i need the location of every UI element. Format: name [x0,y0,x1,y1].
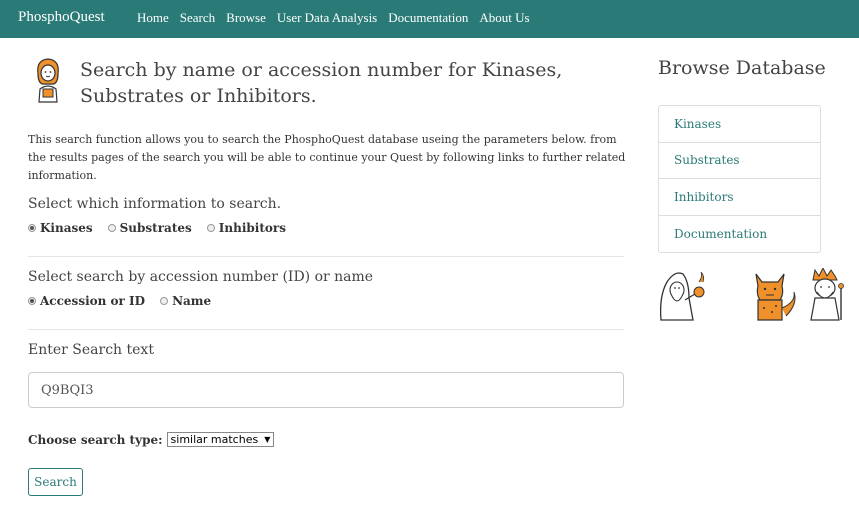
sidebar-list: Kinases Substrates Inhibitors Documentat… [658,105,821,253]
search-type-row: Choose search type: similar matches ▼ [28,432,275,447]
info-section-label: Select which information to search. [28,196,282,212]
nav-browse[interactable]: Browse [226,10,266,26]
nav-home[interactable]: Home [137,10,169,26]
divider [28,256,624,257]
radio-kinases-input[interactable] [28,224,36,232]
page-title: Search by name or accession number for K… [80,59,563,107]
fox-creature-icon [755,273,796,321]
radio-accession-input[interactable] [28,297,36,305]
sidebar-item-documentation[interactable]: Documentation [659,216,820,253]
sidebar-item-kinases[interactable]: Kinases [659,106,820,143]
radio-name[interactable]: Name [160,294,211,308]
intro-text: This search function allows you to searc… [28,133,626,182]
nav-documentation[interactable]: Documentation [388,10,468,26]
by-radio-group: Accession or ID Name [28,294,226,308]
radio-inhibitors[interactable]: Inhibitors [206,221,286,235]
divider [28,329,624,330]
search-button[interactable]: Search [28,468,83,496]
nav-links: Home Search Browse User Data Analysis Do… [137,10,541,26]
radio-kinases[interactable]: Kinases [28,221,93,235]
wizard-icon [659,271,705,321]
radio-inhibitors-input[interactable] [206,224,215,232]
nav-about-us[interactable]: About Us [479,10,529,26]
nav-user-data-analysis[interactable]: User Data Analysis [277,10,377,26]
search-text-label: Enter Search text [28,342,154,358]
brand-link[interactable]: PhosphoQuest [18,9,105,26]
nav-search[interactable]: Search [180,10,215,26]
sidebar-title: Browse Database [658,57,826,79]
hero-character-icon [37,58,59,103]
radio-substrates-input[interactable] [107,224,116,232]
navbar: PhosphoQuest Home Search Browse User Dat… [0,0,859,38]
by-section-label: Select search by accession number (ID) o… [28,269,374,285]
search-type-select[interactable]: similar matches ▼ [166,432,275,447]
sidebar-item-inhibitors[interactable]: Inhibitors [659,179,820,216]
radio-accession[interactable]: Accession or ID [28,294,145,308]
caret-down-icon: ▼ [264,435,271,444]
sidebar-item-substrates[interactable]: Substrates [659,143,820,179]
search-type-label: Choose search type: [28,432,163,447]
king-creature-icon [810,268,844,321]
search-input[interactable]: Q9BQI3 [28,372,624,408]
info-radio-group: Kinases Substrates Inhibitors [28,221,301,235]
radio-substrates[interactable]: Substrates [107,221,192,235]
radio-name-input[interactable] [160,297,169,305]
